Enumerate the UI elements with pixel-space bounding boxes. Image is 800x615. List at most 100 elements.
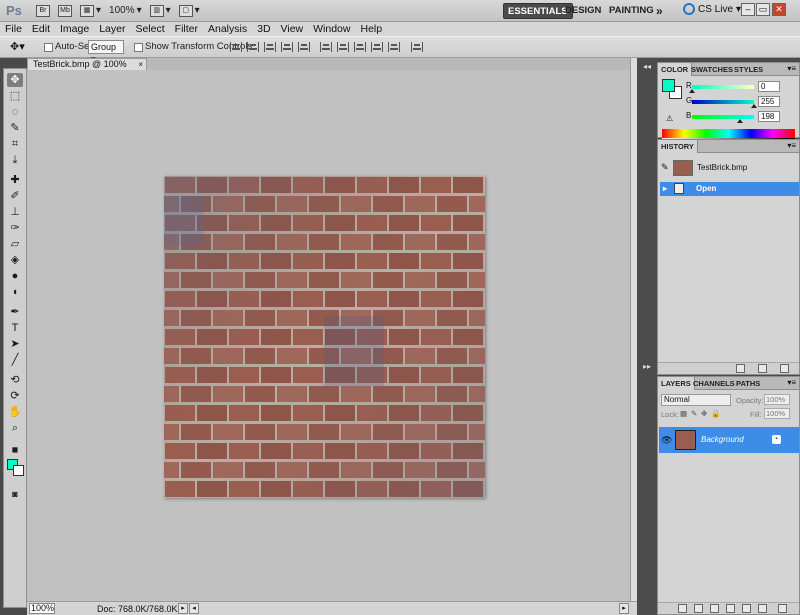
brush-tool-icon[interactable]: ✐ (7, 189, 23, 203)
panel-menu-icon[interactable]: ▾≡ (787, 141, 796, 150)
workspace-design[interactable]: DESIGN (561, 3, 605, 19)
distribute-top-icon[interactable] (320, 42, 332, 52)
new-adjustment-layer-icon[interactable] (726, 604, 735, 613)
menu-analysis[interactable]: Analysis (203, 23, 252, 35)
minimize-button[interactable]: – (741, 3, 755, 16)
menu-select[interactable]: Select (130, 23, 169, 35)
distribute-vertical-centers-icon[interactable] (337, 42, 349, 52)
document-tab[interactable]: TestBrick.bmp @ 100% (RGB/8) × (27, 58, 147, 80)
blur-tool-icon[interactable]: ● (7, 269, 23, 283)
lock-position-icon[interactable]: ✥ (701, 409, 707, 418)
launch-bridge-button[interactable]: Br (36, 3, 50, 19)
screen-mode-dropdown[interactable]: ▢ ▾ (178, 3, 200, 19)
tab-color[interactable]: COLOR (658, 63, 693, 76)
blend-mode-dropdown[interactable]: Normal (661, 394, 731, 406)
type-tool-icon[interactable]: T (7, 321, 23, 335)
cs-live-button[interactable]: CS Live ▾ (683, 3, 741, 15)
opacity-field[interactable]: 100% (764, 394, 790, 405)
expand-panels-icon[interactable]: ▸▸ (640, 360, 654, 374)
align-left-icon[interactable] (281, 42, 293, 52)
menu-filter[interactable]: Filter (170, 23, 203, 35)
scroll-left-icon[interactable]: ◂ (189, 603, 199, 614)
new-group-icon[interactable] (742, 604, 751, 613)
auto-select-target-dropdown[interactable]: Group ▾ (88, 40, 124, 64)
green-slider-thumb[interactable] (751, 104, 757, 108)
close-button[interactable]: ✕ (772, 3, 786, 16)
background-color-swatch[interactable] (13, 465, 24, 476)
tab-history[interactable]: HISTORY (658, 140, 698, 153)
status-zoom-field[interactable]: 100% (29, 603, 55, 614)
lock-image-icon[interactable]: ✎ (691, 409, 697, 418)
hand-tool-icon[interactable]: ✋ (7, 405, 23, 419)
tab-paths[interactable]: PATHS (733, 377, 763, 390)
add-layer-style-icon[interactable] (694, 604, 703, 613)
launch-minibridge-button[interactable]: Mb (58, 3, 72, 19)
tab-styles[interactable]: STYLES (731, 63, 766, 76)
tab-swatches[interactable]: SWATCHES (688, 63, 736, 76)
view-extras-dropdown[interactable]: ▦ ▾ (80, 3, 101, 19)
history-brush-tool-icon[interactable]: ✑ (7, 221, 23, 235)
default-colors-icon[interactable]: ◼ (7, 443, 23, 457)
add-layer-mask-icon[interactable] (710, 604, 719, 613)
auto-align-layers-icon[interactable] (411, 42, 423, 52)
history-brush-source-icon[interactable]: ✎ (661, 162, 669, 173)
delete-layer-icon[interactable] (778, 604, 787, 613)
menu-3d[interactable]: 3D (252, 23, 275, 35)
crop-tool-icon[interactable]: ⌗ (7, 137, 23, 151)
blue-slider-thumb[interactable] (737, 119, 744, 123)
out-of-gamut-warning-icon[interactable]: ⚠ (666, 114, 673, 123)
clone-stamp-tool-icon[interactable]: ⊥ (7, 205, 23, 219)
shape-tool-icon[interactable]: ╱ (7, 353, 23, 367)
menu-layer[interactable]: Layer (94, 23, 130, 35)
brick-wall-image[interactable] (164, 176, 485, 498)
delete-state-icon[interactable] (780, 364, 789, 373)
eraser-tool-icon[interactable]: ▱ (7, 237, 23, 251)
workspace-painting[interactable]: PAINTING (605, 3, 658, 19)
red-slider-thumb[interactable] (689, 89, 695, 93)
menu-view[interactable]: View (276, 23, 309, 35)
move-tool-icon[interactable]: ✥ (7, 73, 23, 87)
menu-help[interactable]: Help (355, 23, 387, 35)
more-workspaces-button[interactable]: » (652, 3, 667, 19)
new-layer-icon[interactable] (758, 604, 767, 613)
distribute-horizontal-centers-icon[interactable] (388, 42, 400, 52)
zoom-tool-icon[interactable]: ⌕ (7, 421, 23, 435)
tool-preset-picker[interactable]: ✥▾ (10, 40, 34, 54)
close-tab-icon[interactable]: × (138, 59, 143, 70)
create-snapshot-icon[interactable] (758, 364, 767, 373)
history-snapshot-name[interactable]: TestBrick.bmp (697, 163, 747, 172)
canvas-area[interactable] (27, 70, 630, 601)
dodge-tool-icon[interactable]: ◖ (7, 285, 23, 299)
quick-mask-icon[interactable]: ◙ (7, 487, 23, 501)
3d-orbit-tool-icon[interactable]: ⟳ (7, 389, 23, 403)
align-horizontal-centers-icon[interactable] (298, 42, 310, 52)
3d-rotate-tool-icon[interactable]: ⟲ (7, 373, 23, 387)
menu-image[interactable]: Image (55, 23, 94, 35)
blue-slider[interactable] (692, 115, 754, 119)
zoom-level-dropdown[interactable]: 100% ▾ (109, 3, 142, 19)
layer-visibility-eye-icon[interactable]: 👁 (661, 435, 672, 446)
menu-file[interactable]: File (0, 23, 27, 35)
lock-transparency-icon[interactable]: ▦ (680, 409, 687, 418)
arrange-documents-dropdown[interactable]: ▥ ▾ (149, 3, 171, 19)
status-menu-arrow-icon[interactable]: ▸ (178, 603, 188, 614)
new-document-from-state-icon[interactable] (736, 364, 745, 373)
scroll-right-icon[interactable]: ▸ (619, 603, 629, 614)
menu-edit[interactable]: Edit (27, 23, 55, 35)
red-value-field[interactable]: 0 (758, 81, 780, 92)
path-selection-tool-icon[interactable]: ➤ (7, 337, 23, 351)
layer-row-background[interactable]: 👁 Background ▪ (659, 427, 799, 453)
color-panel-foreground-swatch[interactable] (662, 79, 675, 92)
eyedropper-tool-icon[interactable]: ⤓ (7, 153, 23, 167)
link-layers-icon[interactable] (678, 604, 687, 613)
pen-tool-icon[interactable]: ✒ (7, 305, 23, 319)
quick-selection-tool-icon[interactable]: ✎ (7, 121, 23, 135)
spot-healing-tool-icon[interactable]: ✚ (7, 173, 23, 187)
lasso-tool-icon[interactable]: ◌ (7, 105, 23, 119)
green-slider[interactable] (692, 100, 754, 104)
align-top-icon[interactable] (230, 42, 242, 52)
align-vertical-centers-icon[interactable] (247, 42, 259, 52)
blue-value-field[interactable]: 198 (758, 111, 780, 122)
marquee-tool-icon[interactable]: ⬚ (7, 89, 23, 103)
restore-button[interactable]: ▭ (756, 3, 770, 16)
